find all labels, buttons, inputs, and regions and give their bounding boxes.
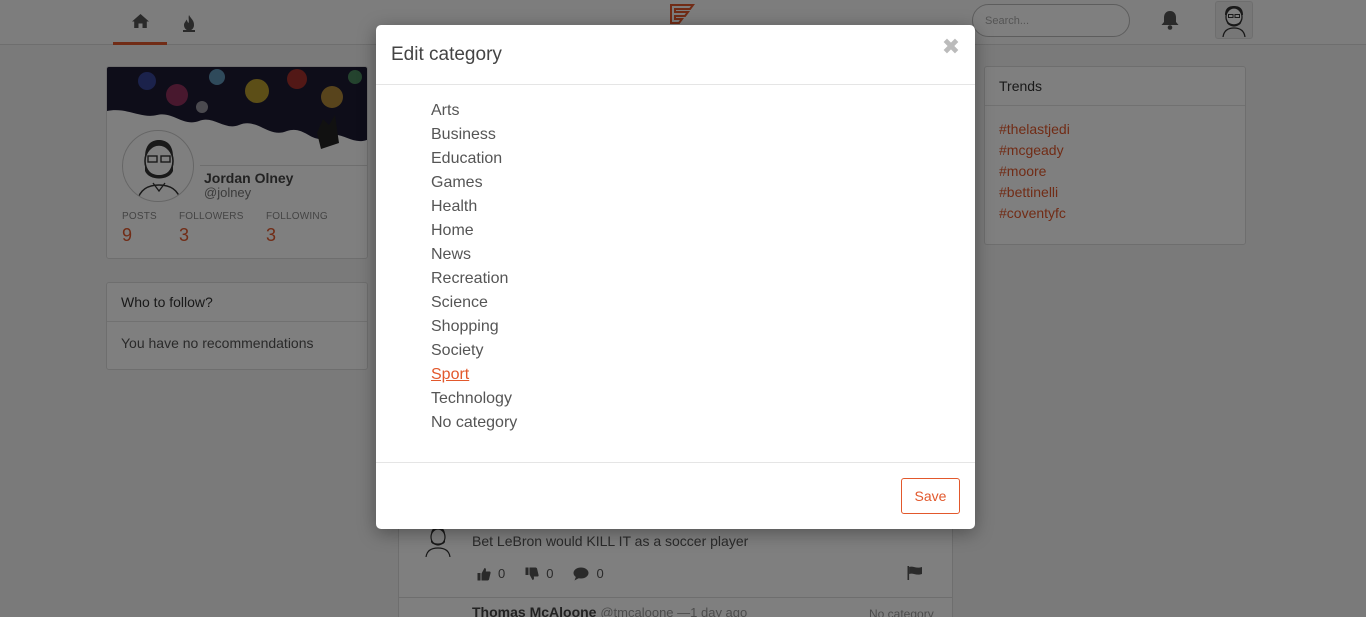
category-item-games[interactable]: Games: [431, 171, 517, 195]
modal-footer-divider: [376, 462, 975, 463]
modal-header-divider: [376, 84, 975, 85]
category-item-shopping[interactable]: Shopping: [431, 315, 517, 339]
close-icon[interactable]: ✖: [940, 37, 962, 59]
category-item-education[interactable]: Education: [431, 147, 517, 171]
save-button[interactable]: Save: [901, 478, 960, 514]
modal-title: Edit category: [391, 44, 502, 65]
category-item-science[interactable]: Science: [431, 291, 517, 315]
category-item-no-category[interactable]: No category: [431, 411, 517, 435]
category-item-home[interactable]: Home: [431, 219, 517, 243]
category-item-arts[interactable]: Arts: [431, 99, 517, 123]
category-list: Arts Business Education Games Health Hom…: [431, 99, 517, 435]
category-item-society[interactable]: Society: [431, 339, 517, 363]
category-item-technology[interactable]: Technology: [431, 387, 517, 411]
edit-category-modal: Edit category ✖ Arts Business Education …: [376, 25, 975, 529]
category-item-health[interactable]: Health: [431, 195, 517, 219]
category-item-sport[interactable]: Sport: [431, 363, 517, 387]
category-item-news[interactable]: News: [431, 243, 517, 267]
category-item-business[interactable]: Business: [431, 123, 517, 147]
category-item-recreation[interactable]: Recreation: [431, 267, 517, 291]
